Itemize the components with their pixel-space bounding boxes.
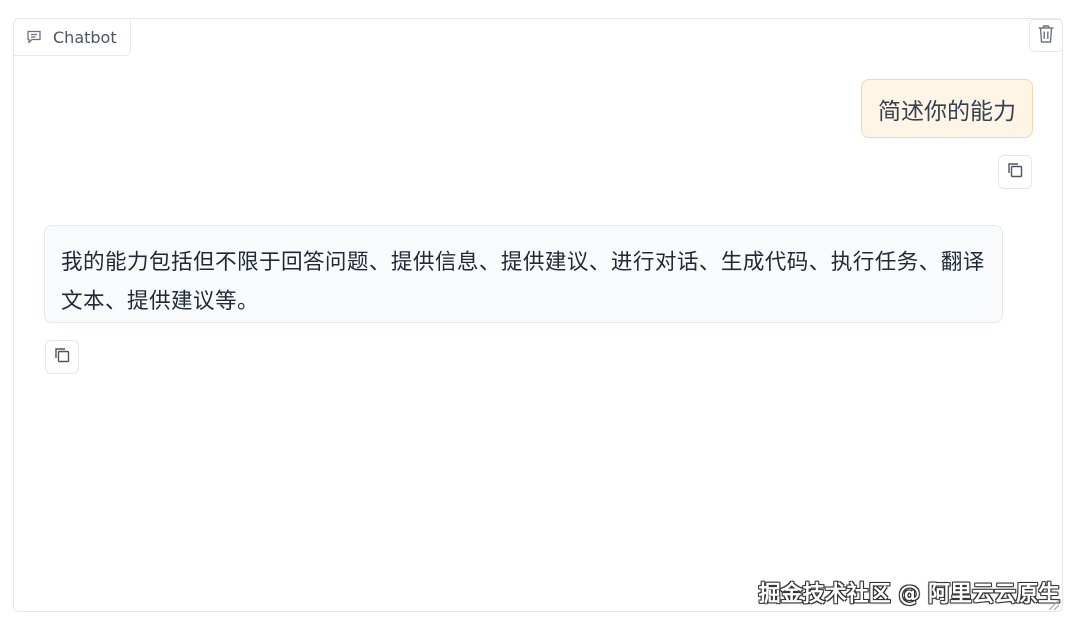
chat-bubble-icon — [26, 29, 42, 45]
bot-message-text: 我的能力包括但不限于回答问题、提供信息、提供建议、进行对话、生成代码、执行任务、… — [61, 250, 985, 314]
chatbot-label: Chatbot — [13, 18, 131, 56]
resize-handle[interactable] — [1046, 596, 1060, 611]
copy-icon — [1006, 161, 1024, 183]
copy-bot-message-button[interactable] — [45, 340, 79, 374]
copy-user-message-button[interactable] — [998, 155, 1032, 189]
watermark: 掘金技术社区 @ 阿里云云原生 — [758, 582, 1060, 607]
bot-message: 我的能力包括但不限于回答问题、提供信息、提供建议、进行对话、生成代码、执行任务、… — [44, 225, 1003, 323]
user-message: 简述你的能力 — [861, 79, 1033, 138]
chatbot-label-text: Chatbot — [53, 27, 117, 47]
trash-icon — [1037, 24, 1055, 48]
copy-icon — [53, 346, 71, 368]
clear-chat-button[interactable] — [1029, 19, 1063, 52]
user-message-text: 简述你的能力 — [878, 98, 1016, 125]
